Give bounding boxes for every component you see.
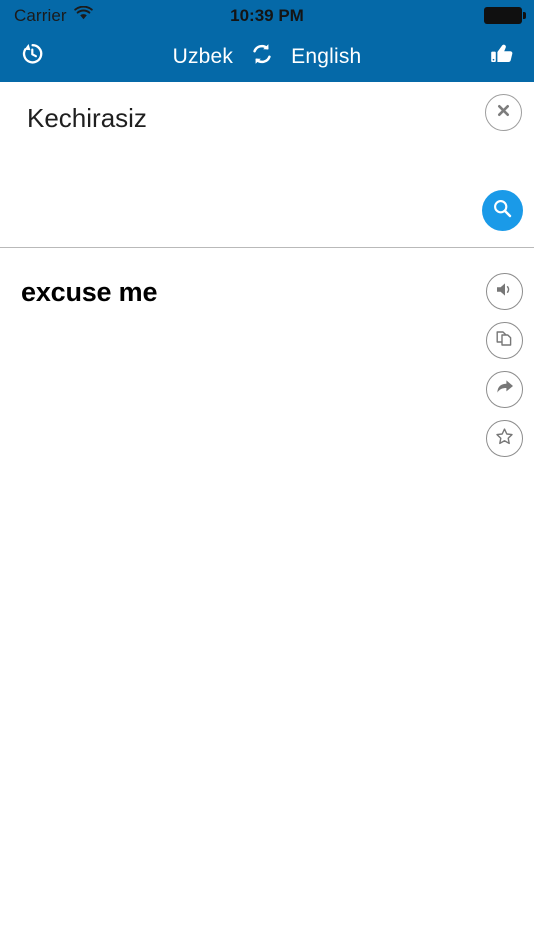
star-icon xyxy=(495,427,514,451)
result-panel: excuse me xyxy=(0,248,534,950)
search-icon xyxy=(492,198,513,224)
battery-full-icon xyxy=(484,6,526,24)
share-button[interactable] xyxy=(486,371,523,408)
copy-icon xyxy=(495,329,514,353)
source-language-button[interactable]: Uzbek xyxy=(173,46,234,67)
status-bar-center: 10:39 PM xyxy=(0,0,534,30)
clock-label: 10:39 PM xyxy=(230,5,304,25)
status-bar-right xyxy=(484,0,526,30)
navigation-bar: Uzbek English xyxy=(0,30,534,82)
language-selector: Uzbek English xyxy=(0,30,534,82)
copy-button[interactable] xyxy=(486,322,523,359)
result-actions xyxy=(486,273,523,457)
source-panel[interactable]: Kechirasiz xyxy=(0,82,534,248)
translate-search-button[interactable] xyxy=(482,190,523,231)
source-text-input[interactable]: Kechirasiz xyxy=(27,102,447,135)
close-x-icon xyxy=(496,103,511,123)
speaker-icon xyxy=(495,281,514,303)
translator-screen: Carrier 10:39 PM Uzbek English Kechirasi… xyxy=(0,0,534,950)
target-language-button[interactable]: English xyxy=(291,46,361,67)
share-arrow-icon xyxy=(495,378,515,401)
swap-languages-button[interactable] xyxy=(250,42,274,71)
favorite-button[interactable] xyxy=(486,420,523,457)
rate-button[interactable] xyxy=(476,30,528,82)
swap-languages-icon xyxy=(250,42,274,71)
thumbs-up-icon xyxy=(490,42,514,70)
listen-button[interactable] xyxy=(486,273,523,310)
clear-text-button[interactable] xyxy=(485,94,522,131)
translation-result-text: excuse me xyxy=(21,277,158,307)
status-bar: Carrier 10:39 PM xyxy=(0,0,534,30)
